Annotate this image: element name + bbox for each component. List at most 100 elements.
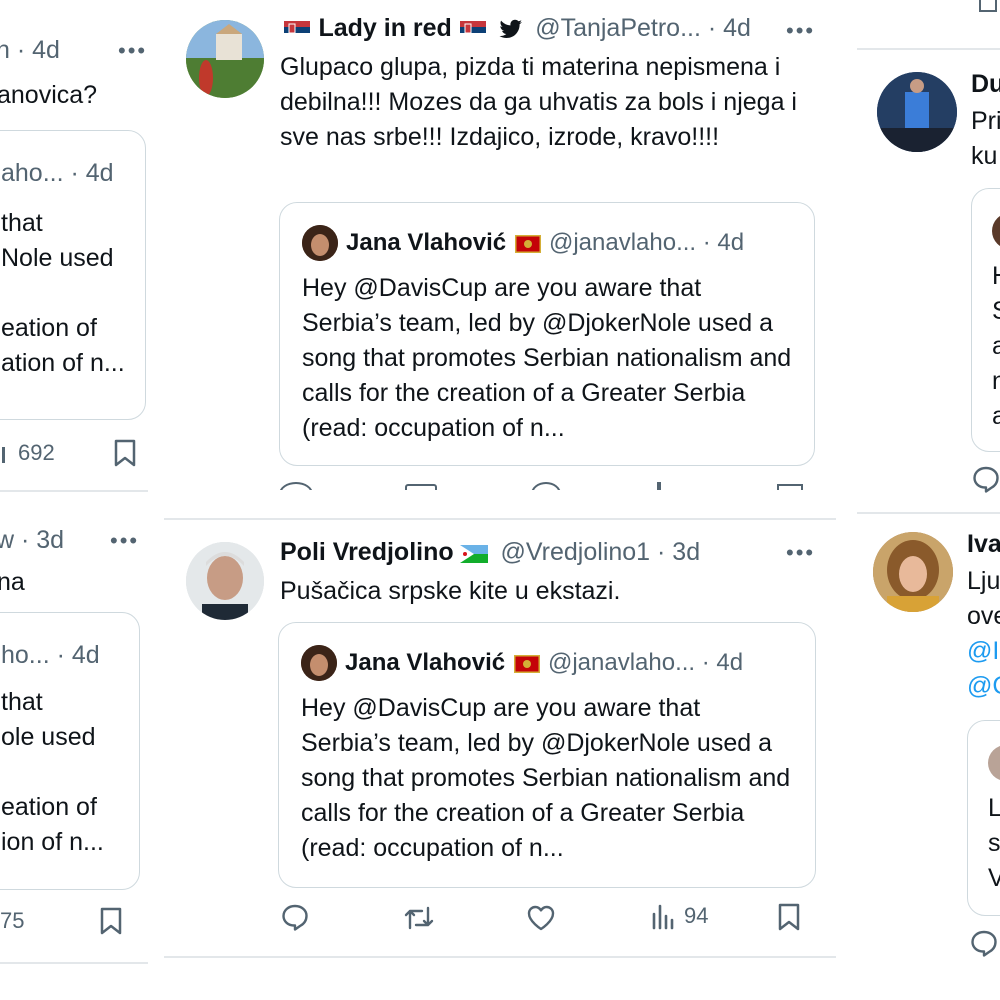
display-name[interactable]: Du — [971, 70, 1000, 99]
quoted-display-name[interactable]: Jana Vlahović — [345, 649, 505, 676]
text-line: Lju — [967, 567, 1000, 595]
serbia-flag-icon — [460, 21, 487, 39]
reply-button[interactable] — [971, 464, 1000, 494]
twitter-bird-icon — [499, 19, 522, 38]
quoted-tweet-card[interactable]: Jana Vlahović @janavlaho... · 4d Hey @Da… — [278, 622, 816, 888]
quoted-tweet-text: that Nole used eation of ation of n... — [1, 206, 125, 381]
views-icon — [652, 904, 674, 930]
bookmark-button[interactable] — [112, 438, 138, 468]
montenegro-flag-icon — [513, 655, 540, 673]
bookmark-button[interactable] — [776, 902, 802, 932]
center-panel: Lady in red @TanjaPetro... · 4d ••• Glup… — [164, 0, 836, 1000]
avatar[interactable] — [186, 20, 264, 98]
text-line: Pri — [971, 107, 1000, 135]
views-count: 94 — [684, 903, 709, 928]
reply-icon — [282, 904, 308, 931]
like-button[interactable] — [526, 904, 556, 932]
quoted-handle-and-time: @janavlaho... · 4d — [548, 229, 745, 256]
quote-line: L — [988, 794, 1000, 822]
bookmark-icon — [100, 907, 122, 935]
tweet-text: Glupaco glupa, pizda ti materina nepisme… — [280, 53, 797, 151]
quoted-tweet-text: H S a n a — [992, 259, 1000, 434]
serbia-flag-icon — [284, 21, 310, 39]
quote-line: that — [1, 209, 43, 237]
display-name[interactable]: Iva — [967, 530, 1000, 559]
tweet-header: Poli Vredjolino @Vredjolino1 · 3d — [280, 538, 700, 567]
quote-line: a — [992, 332, 1000, 360]
text-line: ove — [967, 602, 1000, 630]
quote-line: s — [988, 829, 1000, 857]
display-name[interactable]: Lady in red — [318, 14, 451, 42]
montenegro-flag-icon — [514, 235, 541, 253]
more-icon[interactable]: ••• — [786, 18, 815, 44]
tweet-text: Lju ove @I @C — [967, 564, 1000, 704]
quoted-tweet-card[interactable]: L s V — [967, 720, 1000, 916]
tweet-actions-partial — [279, 482, 819, 490]
quoted-tweet-card[interactable]: Jana Vlahović @janavlaho... · 4d Hey @Da… — [279, 202, 815, 466]
quoted-tweet-card[interactable]: aho... · 4d that Nole used eation of ati… — [0, 130, 146, 420]
quoted-tweet-text: Hey @DavisCup are you aware that Serbia’… — [301, 694, 791, 862]
more-icon[interactable]: ••• — [110, 528, 139, 554]
quote-line: eation of — [1, 314, 97, 342]
mention-link[interactable]: @C — [967, 669, 1000, 704]
tweet-meta: n · 4d — [0, 36, 60, 64]
divider — [0, 490, 148, 492]
quoted-avatar[interactable] — [301, 645, 337, 681]
quote-line: a — [992, 402, 1000, 430]
reply-icon — [971, 930, 997, 957]
quoted-handle-and-time: @janavlaho... · 4d — [547, 649, 744, 676]
quoted-tweet-text: Hey @DavisCup are you aware that Serbia’… — [302, 274, 792, 442]
divider — [0, 962, 148, 964]
tweet-text: Pri ku — [971, 104, 1000, 174]
djibouti-flag-icon — [460, 545, 489, 563]
quoted-display-name[interactable]: Jana Vlahović — [346, 229, 506, 256]
views-button[interactable]: 75 — [0, 908, 24, 934]
quoted-avatar — [988, 745, 1000, 781]
divider — [164, 518, 836, 520]
text-line: ku — [971, 142, 998, 170]
right-panel: Du Pri ku H S a n a Iva Lju ove @I @C — [857, 0, 1000, 1000]
quote-line: ion of n... — [1, 828, 104, 856]
views-icon — [2, 447, 5, 463]
display-name[interactable]: Poli Vredjolino — [280, 538, 454, 566]
quoted-tweet-meta: aho... · 4d — [1, 159, 114, 187]
reply-button[interactable] — [969, 928, 999, 958]
avatar[interactable] — [873, 532, 953, 612]
quote-line — [1, 755, 104, 790]
quoted-tweet-header: Jana Vlahović @janavlaho... · 4d — [346, 229, 744, 257]
quoted-avatar[interactable] — [302, 225, 338, 261]
quoted-tweet-card[interactable]: H S a n a — [971, 188, 1000, 452]
quote-line: H — [992, 259, 1000, 294]
quoted-tweet-header: Jana Vlahović @janavlaho... · 4d — [345, 649, 743, 677]
more-icon[interactable]: ••• — [786, 540, 815, 566]
divider — [857, 512, 1000, 514]
quote-line — [1, 276, 125, 311]
like-icon — [527, 905, 555, 931]
tweet-text: anovica? — [0, 81, 98, 109]
quote-line: V — [988, 864, 1000, 892]
tweet-text: na — [0, 568, 25, 596]
handle-and-time: @Vredjolino1 · 3d — [500, 538, 701, 566]
quoted-tweet-meta: ho... · 4d — [1, 641, 100, 669]
left-panel: n · 4d ••• anovica? aho... · 4d that Nol… — [0, 0, 148, 1000]
tweet-meta: w · 3d — [0, 526, 65, 554]
mention-link[interactable]: @I — [967, 634, 1000, 669]
avatar[interactable] — [877, 72, 957, 152]
quote-line: eation of — [1, 793, 97, 821]
more-icon[interactable]: ••• — [118, 38, 147, 64]
retweet-button[interactable] — [402, 904, 436, 932]
tweet-text: Pušačica srpske kite u ekstazi. — [280, 577, 621, 605]
avatar[interactable] — [186, 542, 264, 620]
quoted-avatar — [992, 213, 1000, 249]
divider — [857, 48, 1000, 50]
top-icon-partial — [979, 0, 997, 12]
reply-button[interactable] — [280, 902, 310, 932]
quote-line: ole used — [1, 723, 96, 751]
bookmark-button[interactable] — [98, 906, 124, 936]
views-count: 692 — [18, 440, 55, 465]
views-button[interactable]: 692 — [0, 440, 55, 466]
retweet-icon — [404, 906, 434, 930]
quoted-tweet-card[interactable]: ho... · 4d that ole used eation of ion o… — [0, 612, 140, 890]
reply-icon — [973, 466, 999, 493]
views-button[interactable]: 94 — [650, 902, 708, 930]
